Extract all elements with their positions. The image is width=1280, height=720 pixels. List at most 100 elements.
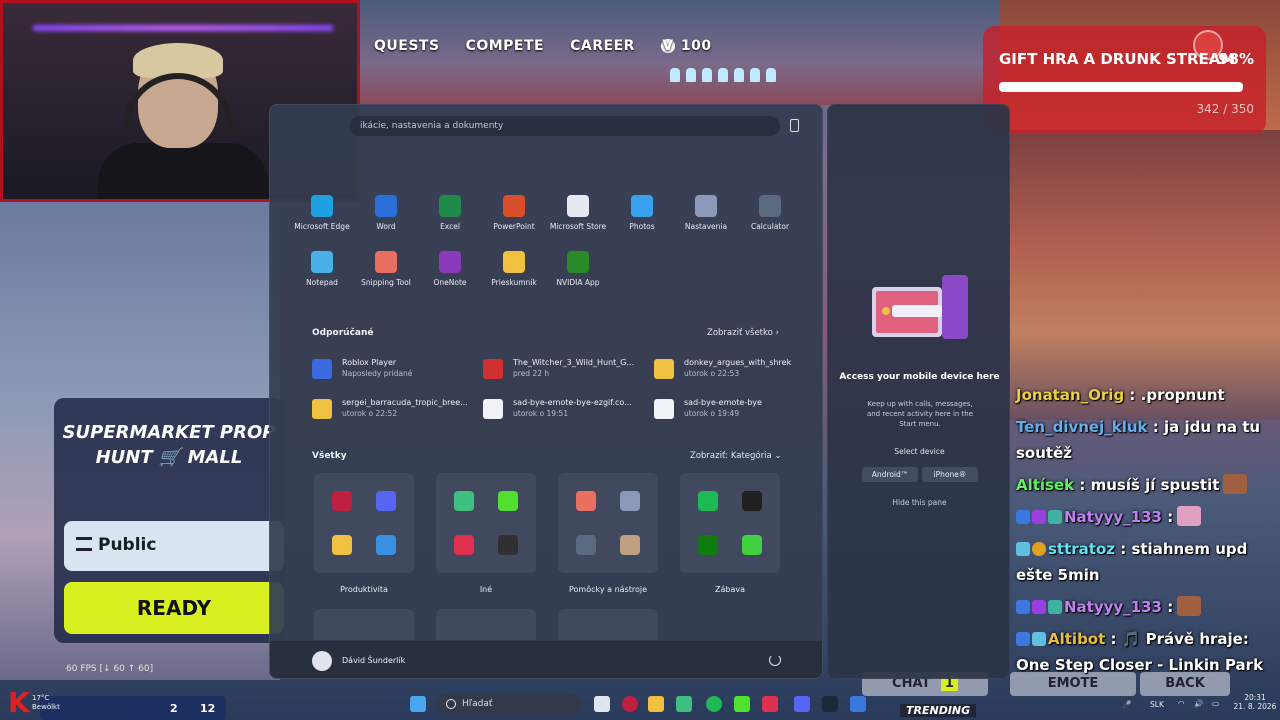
chat-message: Ten_divnej_kluk : ja jdu na tu soutěž <box>1016 414 1270 466</box>
pinned-app[interactable]: Photos <box>610 195 674 231</box>
hide-pane-link[interactable]: Hide this pane <box>828 498 1011 507</box>
party-count: 2 <box>170 702 178 715</box>
phone-icon[interactable] <box>790 119 799 132</box>
recommended-item[interactable]: donkey_argues_with_shrek utorok o 22:53 <box>654 357 814 387</box>
pinned-app[interactable]: Prieskumník <box>482 251 546 287</box>
category-label: Zábava <box>715 585 745 594</box>
category-app-icon <box>454 491 474 511</box>
chat-message: Jonatan_Orig : .propnunt <box>1016 382 1270 408</box>
recommended-item[interactable]: Roblox Player Naposledy pridané <box>312 357 472 387</box>
badge-icon <box>1016 600 1030 614</box>
gift-goal-percent: 98% <box>1218 50 1254 68</box>
power-icon[interactable] <box>769 654 781 666</box>
badge-icon <box>1016 510 1030 524</box>
vbucks-value: 100 <box>680 38 712 54</box>
pinned-app-label: Prieskumník <box>491 278 537 287</box>
kick-icon[interactable] <box>734 696 750 712</box>
category-folder[interactable] <box>314 473 414 573</box>
category-app-icon <box>620 491 640 511</box>
steam-icon[interactable] <box>822 696 838 712</box>
privacy-label: Public <box>98 535 157 555</box>
pinned-app-label: Notepad <box>306 278 338 287</box>
category-app-icon <box>698 491 718 511</box>
battery-icon[interactable]: ▭ <box>1212 699 1219 708</box>
windows-taskbar: Hľadať 🎤 SLK ◠ 🔊 ▭ 20:31 21. 8. 2026 <box>404 690 1280 720</box>
folder-icon <box>654 359 674 379</box>
pinned-app[interactable]: Excel <box>418 195 482 231</box>
emote-icon <box>1177 506 1202 526</box>
chat-message: Natyyy_133 : <box>1016 594 1270 620</box>
pinned-app[interactable]: Microsoft Edge <box>290 195 354 231</box>
taskbar-search[interactable]: Hľadať <box>436 693 582 715</box>
privacy-button[interactable]: Public <box>64 521 284 571</box>
pinned-app[interactable]: Calculator <box>738 195 802 231</box>
folder-icon <box>312 399 332 419</box>
recommended-item[interactable]: sergei_barracuda_tropic_bree... utorok o … <box>312 397 472 427</box>
app-icon[interactable] <box>762 696 778 712</box>
pinned-app[interactable]: Nastavenia <box>674 195 738 231</box>
windows-start-icon[interactable] <box>410 696 426 712</box>
recommended-item[interactable]: sad-bye-emote-bye-ezgif.co... utorok o 19… <box>483 397 643 427</box>
party-slot-icon <box>718 68 728 82</box>
mic-icon[interactable]: 🎤 <box>1122 700 1131 709</box>
category-folder[interactable] <box>558 473 658 573</box>
chat-username: Jonatan_Orig <box>1016 386 1125 404</box>
pinned-app[interactable]: OneNote <box>418 251 482 287</box>
iphone-button[interactable]: iPhone® <box>922 467 978 482</box>
user-avatar[interactable] <box>312 651 332 671</box>
spotify-icon[interactable] <box>706 696 722 712</box>
recommended-item-time: utorok o 19:51 <box>513 409 569 418</box>
chat-message: Altibot : 🎵 Právě hraje: One Step Closer… <box>1016 626 1270 678</box>
photos-icon <box>631 195 653 217</box>
pinned-app[interactable]: Notepad <box>290 251 354 287</box>
streamer-body <box>98 143 268 199</box>
party-slots <box>670 68 776 82</box>
pinned-app[interactable]: Microsoft Store <box>546 195 610 231</box>
discord-icon[interactable] <box>794 696 810 712</box>
pinned-app[interactable]: NVIDIA App <box>546 251 610 287</box>
ready-button[interactable]: READY <box>64 582 284 634</box>
phone-link-pane: Access your mobile device here Keep up w… <box>827 104 1010 679</box>
nav-career[interactable]: CAREER <box>570 38 635 54</box>
recommended-item[interactable]: The_Witcher_3_Wild_Hunt_G... pred 22 h <box>483 357 643 387</box>
wifi-icon[interactable]: ◠ <box>1178 699 1185 708</box>
chat-username: sttratoz <box>1048 540 1115 558</box>
show-all-recommended-link[interactable]: Zobraziť všetko › <box>707 328 779 338</box>
user-name[interactable]: Dávid Šunderlík <box>342 656 405 665</box>
pinned-app-label: OneNote <box>433 278 467 287</box>
folder-icon[interactable] <box>648 696 664 712</box>
volume-icon[interactable]: 🔊 <box>1194 699 1203 708</box>
start-search-input[interactable]: ikácie, nastavenia a dokumenty <box>350 116 780 136</box>
view-category-dropdown[interactable]: Zobraziť: Kategória ⌄ <box>690 451 782 461</box>
pinned-app[interactable]: PowerPoint <box>482 195 546 231</box>
folder-icon <box>503 251 525 273</box>
recommended-item[interactable]: sad-bye-emote-bye utorok o 19:49 <box>654 397 814 427</box>
pinned-app[interactable]: Word <box>354 195 418 231</box>
nav-quests[interactable]: QUESTS <box>374 38 440 54</box>
vbucks-counter[interactable]: V 100 <box>660 38 712 54</box>
clock[interactable]: 20:31 21. 8. 2026 <box>1230 693 1280 711</box>
nav-compete[interactable]: COMPETE <box>466 38 545 54</box>
powerpoint-icon <box>503 195 525 217</box>
phone-pane-description: Keep up with calls, messages, and recent… <box>866 400 974 428</box>
roblox-icon <box>312 359 332 379</box>
category-folder[interactable] <box>436 473 536 573</box>
select-device-label: Select device <box>894 447 945 456</box>
chat-message: sttratoz : stiahnem upd ešte 5min <box>1016 536 1270 588</box>
pinned-app[interactable]: Snipping Tool <box>354 251 418 287</box>
recommended-item-name: sad-bye-emote-bye-ezgif.co... <box>513 398 632 407</box>
language-indicator[interactable]: SLK <box>1150 700 1164 709</box>
party-slot-icon <box>734 68 744 82</box>
category-folder[interactable] <box>680 473 780 573</box>
android-button[interactable]: Android™ <box>862 467 918 482</box>
recommended-title: Odporúčané <box>312 328 374 338</box>
task-view-icon[interactable] <box>594 696 610 712</box>
pinned-app-label: Microsoft Edge <box>294 222 350 231</box>
app-icon[interactable] <box>676 696 692 712</box>
weather-widget[interactable]: 17°C Bewölkt <box>32 694 60 712</box>
edge-icon <box>311 195 333 217</box>
category-label: Iné <box>479 585 493 594</box>
app-icon[interactable] <box>850 696 866 712</box>
opera-icon[interactable] <box>622 696 638 712</box>
channel-logo-icon: K <box>8 686 30 719</box>
